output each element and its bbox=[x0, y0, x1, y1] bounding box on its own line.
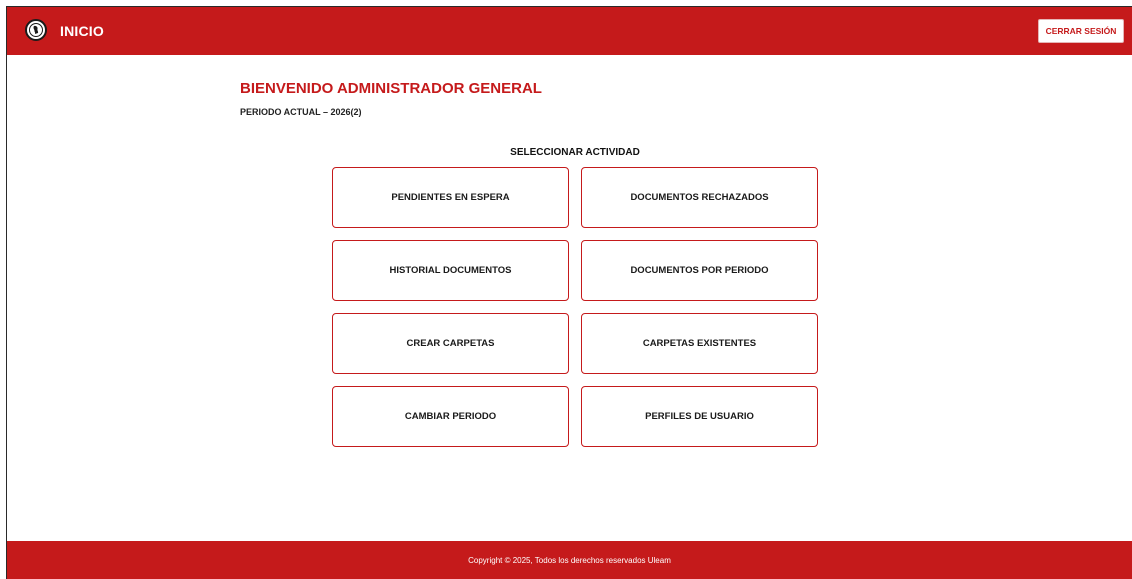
current-period-label: PERIODO ACTUAL – 2026(2) bbox=[240, 107, 362, 117]
create-folders-button[interactable]: CREAR CARPETAS bbox=[332, 313, 569, 374]
copyright-text: Copyright © 2025, Todos los derechos res… bbox=[468, 556, 671, 565]
documents-by-period-button[interactable]: DOCUMENTOS POR PERIODO bbox=[581, 240, 818, 301]
app-window: INICIO CERRAR SESIÓN BIENVENIDO ADMINIST… bbox=[6, 6, 1132, 579]
existing-folders-button[interactable]: CARPETAS EXISTENTES bbox=[581, 313, 818, 374]
select-activity-heading: SELECCIONAR ACTIVIDAD bbox=[510, 147, 640, 158]
footer: Copyright © 2025, Todos los derechos res… bbox=[7, 541, 1132, 579]
top-navbar: INICIO CERRAR SESIÓN bbox=[7, 7, 1132, 55]
rejected-documents-button[interactable]: DOCUMENTOS RECHAZADOS bbox=[581, 167, 818, 228]
logout-button[interactable]: CERRAR SESIÓN bbox=[1038, 19, 1124, 43]
activity-grid: PENDIENTES EN ESPERA DOCUMENTOS RECHAZAD… bbox=[332, 167, 818, 447]
document-history-button[interactable]: HISTORIAL DOCUMENTOS bbox=[332, 240, 569, 301]
seal-graphic bbox=[29, 23, 43, 37]
university-seal-icon[interactable] bbox=[25, 19, 47, 41]
page-title: INICIO bbox=[60, 23, 104, 39]
pending-waiting-button[interactable]: PENDIENTES EN ESPERA bbox=[332, 167, 569, 228]
user-profiles-button[interactable]: PERFILES DE USUARIO bbox=[581, 386, 818, 447]
change-period-button[interactable]: CAMBIAR PERIODO bbox=[332, 386, 569, 447]
welcome-heading: BIENVENIDO ADMINISTRADOR GENERAL bbox=[240, 80, 542, 97]
